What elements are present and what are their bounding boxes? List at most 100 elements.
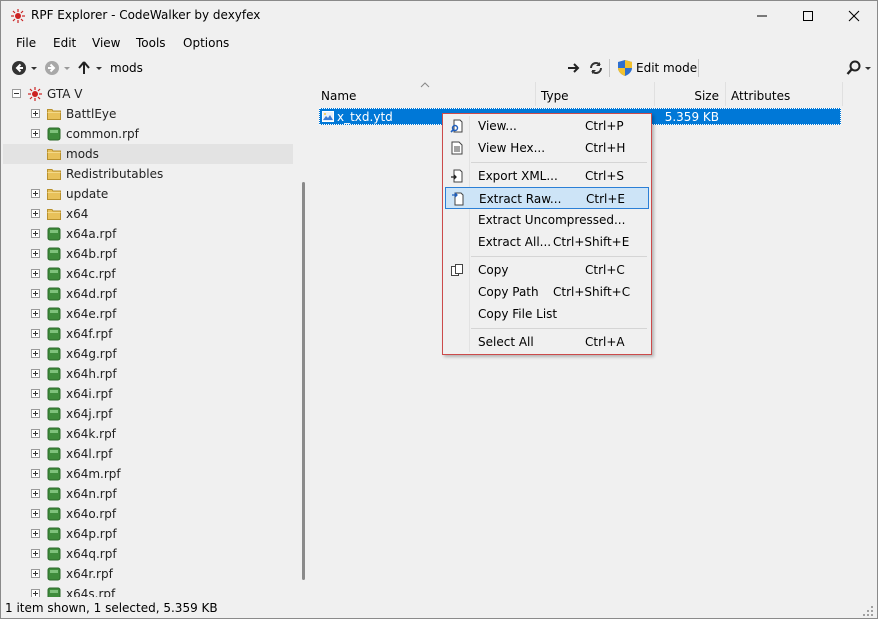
title-bar[interactable]: RPF Explorer - CodeWalker by dexyfex: [1, 1, 877, 31]
expand-toggle[interactable]: [31, 389, 40, 398]
menu-item-shortcut: Ctrl+Shift+C: [553, 285, 631, 299]
menu-file[interactable]: File: [16, 36, 36, 50]
menu-item-copy-file-list[interactable]: Copy File List: [445, 303, 649, 325]
column-separator[interactable]: [842, 82, 843, 106]
tree-item[interactable]: common.rpf: [3, 124, 293, 144]
forward-button[interactable]: [44, 60, 60, 79]
expand-toggle[interactable]: [31, 229, 40, 238]
menu-item-extract-uncompressed[interactable]: Extract Uncompressed...: [445, 209, 649, 231]
tree-scrollbar-thumb[interactable]: [302, 182, 305, 580]
folder-icon: [47, 187, 61, 201]
expand-toggle[interactable]: [31, 209, 40, 218]
tree-item[interactable]: x64d.rpf: [3, 284, 293, 304]
column-header-name[interactable]: Name: [315, 82, 535, 106]
tree-root[interactable]: GTA V: [3, 84, 293, 104]
back-button[interactable]: [11, 60, 27, 79]
menu-item-select-all[interactable]: Select All Ctrl+A: [445, 331, 649, 353]
tree-item[interactable]: x64f.rpf: [3, 324, 293, 344]
menu-options[interactable]: Options: [183, 36, 229, 50]
expand-toggle[interactable]: [31, 569, 40, 578]
tree-item[interactable]: x64a.rpf: [3, 224, 293, 244]
tree-item[interactable]: x64: [3, 204, 293, 224]
tree-item[interactable]: mods: [3, 144, 293, 164]
tree-item[interactable]: x64c.rpf: [3, 264, 293, 284]
tree-item[interactable]: x64j.rpf: [3, 404, 293, 424]
expand-toggle[interactable]: [31, 109, 40, 118]
tree-item[interactable]: x64h.rpf: [3, 364, 293, 384]
tree-item-label: x64f.rpf: [66, 327, 113, 341]
tree-item[interactable]: x64b.rpf: [3, 244, 293, 264]
expand-toggle[interactable]: [31, 329, 40, 338]
forward-dropdown[interactable]: [63, 60, 71, 79]
up-dropdown[interactable]: [95, 60, 103, 79]
tree-item[interactable]: x64o.rpf: [3, 504, 293, 524]
expand-toggle[interactable]: [31, 489, 40, 498]
maximize-button[interactable]: [785, 1, 831, 31]
column-header-type[interactable]: Type: [536, 82, 654, 106]
minimize-button[interactable]: [739, 1, 785, 31]
go-arrow-icon: [568, 63, 580, 73]
expand-toggle[interactable]: [31, 289, 40, 298]
search-dropdown[interactable]: [864, 60, 872, 79]
expand-toggle[interactable]: [31, 369, 40, 378]
tree-item[interactable]: x64e.rpf: [3, 304, 293, 324]
expand-toggle[interactable]: [31, 549, 40, 558]
close-button[interactable]: [831, 1, 877, 31]
up-button[interactable]: [77, 60, 91, 79]
minimize-icon: [757, 15, 767, 17]
forward-arrow-icon: [45, 61, 59, 75]
resize-grip-icon[interactable]: [863, 606, 873, 616]
tree-item[interactable]: x64q.rpf: [3, 544, 293, 564]
menu-item-view-hex[interactable]: View Hex... Ctrl+H: [445, 137, 649, 159]
file-size: 5.359 KB: [664, 110, 719, 124]
expand-toggle[interactable]: [31, 249, 40, 258]
back-dropdown[interactable]: [30, 60, 38, 79]
menu-tools[interactable]: Tools: [136, 36, 166, 50]
tree-item[interactable]: x64i.rpf: [3, 384, 293, 404]
menu-item-view[interactable]: View... Ctrl+P: [445, 115, 649, 137]
expand-toggle[interactable]: [31, 529, 40, 538]
tree-item[interactable]: x64m.rpf: [3, 464, 293, 484]
tree-item[interactable]: BattlEye: [3, 104, 293, 124]
expand-toggle[interactable]: [31, 469, 40, 478]
folder-tree[interactable]: GTA V BattlEye common.rpf mods Redistributa…: [3, 82, 307, 597]
tree-item[interactable]: Redistributables: [3, 164, 293, 184]
menu-item-extract-all[interactable]: Extract All... Ctrl+Shift+E: [445, 231, 649, 253]
expand-toggle[interactable]: [31, 349, 40, 358]
refresh-button[interactable]: [588, 60, 604, 79]
expand-toggle[interactable]: [31, 449, 40, 458]
menu-item-label: View Hex...: [478, 141, 546, 155]
tree-item[interactable]: x64p.rpf: [3, 524, 293, 544]
expand-toggle[interactable]: [31, 189, 40, 198]
rpf-archive-icon: [47, 387, 61, 401]
location-path[interactable]: mods: [110, 61, 143, 75]
menu-view[interactable]: View: [92, 36, 120, 50]
tree-item[interactable]: x64s.rpf: [3, 584, 293, 597]
go-button[interactable]: [566, 60, 580, 79]
column-header-attributes[interactable]: Attributes: [726, 82, 842, 106]
menu-item-shortcut: Ctrl+E: [586, 192, 625, 206]
expand-toggle[interactable]: [31, 269, 40, 278]
column-header-size[interactable]: Size: [655, 82, 725, 106]
expand-toggle[interactable]: [31, 309, 40, 318]
collapse-toggle[interactable]: [12, 89, 21, 98]
tree-item[interactable]: x64l.rpf: [3, 444, 293, 464]
tree-item[interactable]: x64n.rpf: [3, 484, 293, 504]
expand-toggle[interactable]: [31, 509, 40, 518]
expand-toggle[interactable]: [31, 129, 40, 138]
tree-item[interactable]: x64g.rpf: [3, 344, 293, 364]
search-button[interactable]: [846, 59, 862, 80]
tree-item[interactable]: x64r.rpf: [3, 564, 293, 584]
tree-item[interactable]: update: [3, 184, 293, 204]
menu-item-extract-raw[interactable]: Extract Raw... Ctrl+E: [445, 187, 649, 209]
tree-item[interactable]: x64k.rpf: [3, 424, 293, 444]
rpf-archive-icon: [47, 287, 61, 301]
menu-edit[interactable]: Edit: [53, 36, 76, 50]
expand-toggle[interactable]: [31, 589, 40, 597]
menu-item-copy-path[interactable]: Copy Path Ctrl+Shift+C: [445, 281, 649, 303]
menu-item-export-xml[interactable]: Export XML... Ctrl+S: [445, 165, 649, 187]
menu-item-copy[interactable]: Copy Ctrl+C: [445, 259, 649, 281]
menu-item-label: Copy File List: [478, 307, 558, 321]
expand-toggle[interactable]: [31, 409, 40, 418]
expand-toggle[interactable]: [31, 429, 40, 438]
